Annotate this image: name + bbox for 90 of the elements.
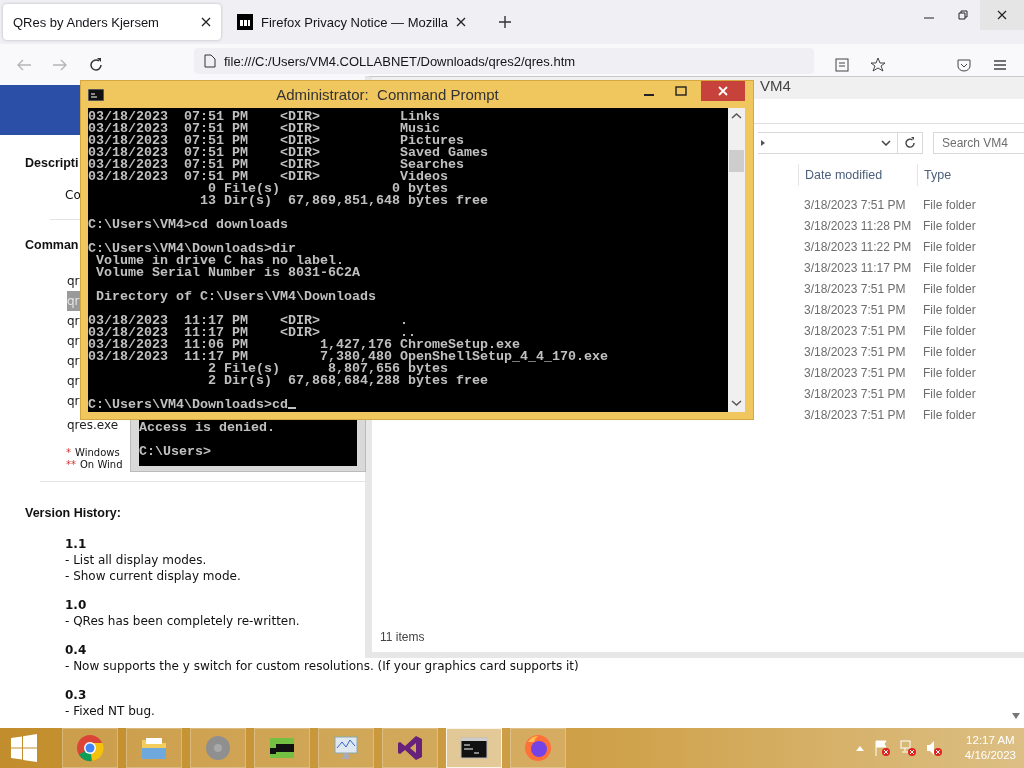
type-cell-text: File folder: [922, 281, 977, 296]
command-text: qr: [67, 313, 80, 330]
change-note: - QRes has been completely re-written.: [65, 613, 300, 629]
date-cell-text: 3/18/2023 7:51 PM: [803, 344, 907, 359]
console-app-icon: [88, 88, 104, 101]
change-note: - Now supports the y switch for custom resolutions. (If your graphics card supports it): [65, 658, 579, 674]
command-text: qr: [67, 393, 80, 410]
date-cell-text: 3/18/2023 7:51 PM: [803, 302, 907, 317]
start-icon[interactable]: [10, 734, 38, 762]
command-text: qr: [67, 273, 80, 290]
type-cell-text: File folder: [922, 239, 977, 254]
studio-logo-icon[interactable]: [382, 728, 438, 768]
browser-tab[interactable]: QRes by Anders Kjersem: [3, 4, 221, 40]
flag-icon[interactable]: [872, 739, 891, 757]
status-text: 11 items: [379, 630, 426, 646]
type-cell-text: File folder: [922, 323, 977, 338]
maximize-icon: [675, 86, 687, 96]
section-heading: Comman: [25, 237, 79, 254]
close-button[interactable]: [980, 0, 1024, 30]
type-cell-text: File folder: [922, 218, 977, 233]
save-icon[interactable]: [956, 56, 972, 73]
version-number: 1.1: [65, 536, 87, 552]
plus-icon[interactable]: [498, 15, 513, 29]
refresh-icon: [904, 137, 916, 149]
speaker-icon[interactable]: [924, 739, 943, 757]
column-header[interactable]: Type: [917, 164, 982, 186]
close-icon[interactable]: [456, 17, 467, 27]
column-header[interactable]: Date modified: [798, 164, 913, 186]
scroll-down-icon[interactable]: [1011, 712, 1021, 720]
refresh-button[interactable]: [897, 132, 923, 154]
terminal-icon[interactable]: [446, 728, 502, 768]
close-icon: [996, 9, 1008, 21]
browser-tab[interactable]: Firefox Privacy Notice — Mozilla: [227, 4, 477, 40]
address-field[interactable]: file:///C:/Users/VM4.COLLABNET/Downloads/qres2/qres.htm: [194, 48, 814, 74]
command-text: qr: [67, 291, 80, 311]
date-cell-text: 3/18/2023 11:28 PM: [803, 218, 913, 233]
date-cell-text: 3/18/2023 11:22 PM: [803, 239, 913, 254]
chevron-right-icon: [760, 139, 766, 147]
footnote-mark: *: [66, 447, 71, 459]
star-icon[interactable]: [870, 56, 886, 73]
address-field[interactable]: [758, 132, 898, 154]
chevron-down-icon[interactable]: [881, 140, 891, 146]
change-note: - Fixed NT bug.: [65, 703, 155, 719]
change-note: - List all display modes.: [65, 552, 207, 568]
close-icon[interactable]: [201, 17, 211, 27]
section-heading: Version History:: [25, 505, 121, 522]
reader-view-icon[interactable]: [834, 56, 850, 73]
date-cell-text: 3/18/2023 7:51 PM: [803, 197, 907, 212]
search-field[interactable]: Search VM4: [933, 132, 1024, 154]
command-text: qr: [67, 373, 80, 390]
command-text: qr: [67, 353, 80, 370]
type-cell-text: File folder: [922, 407, 977, 422]
close-icon: [718, 86, 728, 96]
close-button[interactable]: [701, 81, 745, 101]
type-cell-text: File folder: [922, 260, 977, 275]
type-cell-text: File folder: [922, 365, 977, 380]
command-text: qr: [67, 333, 80, 350]
restore-icon: [957, 9, 969, 21]
version-number: 1.0: [65, 597, 87, 613]
network-icon[interactable]: [898, 739, 917, 757]
type-cell-text: File folder: [922, 302, 977, 317]
type-cell-text: File folder: [922, 197, 977, 212]
date-cell-text: 3/18/2023 7:51 PM: [803, 407, 907, 422]
description-text: Co: [65, 187, 81, 204]
section-heading: Descripti: [25, 155, 79, 172]
date-cell-text: 3/18/2023 11:17 PM: [803, 260, 913, 275]
type-cell-text: File folder: [922, 344, 977, 359]
app-icon[interactable]: [254, 728, 310, 768]
reload-icon[interactable]: [88, 56, 104, 73]
date-cell-text: 3/18/2023 7:51 PM: [803, 281, 907, 296]
page-logo-icon: [237, 14, 253, 30]
scroll-bar[interactable]: [728, 108, 745, 412]
date-cell-text: 3/18/2023 7:51 PM: [803, 365, 907, 380]
browser-icon[interactable]: [62, 728, 118, 768]
version-number: 0.4: [65, 642, 87, 658]
version-number: 0.3: [65, 687, 87, 703]
type-cell-text: File folder: [922, 386, 977, 401]
date-cell-text: 3/18/2023 7:51 PM: [803, 386, 907, 401]
folder-icon[interactable]: [126, 728, 182, 768]
url-text: file:///C:/Users/VM4.COLLABNET/Downloads/qres2/qres.htm: [224, 53, 576, 69]
footnote-mark: **: [66, 459, 76, 471]
footnote-text: Windows: [75, 447, 120, 459]
minimize-icon: [644, 94, 654, 96]
page-icon: [204, 54, 216, 68]
command-text: qres.exe: [67, 417, 119, 434]
change-note: - Show current display mode.: [65, 568, 241, 584]
minimize-icon: [924, 17, 934, 19]
footnote-text: On Wind: [80, 459, 123, 471]
date-cell-text: 3/18/2023 7:51 PM: [803, 323, 907, 338]
browser-icon[interactable]: [510, 728, 566, 768]
